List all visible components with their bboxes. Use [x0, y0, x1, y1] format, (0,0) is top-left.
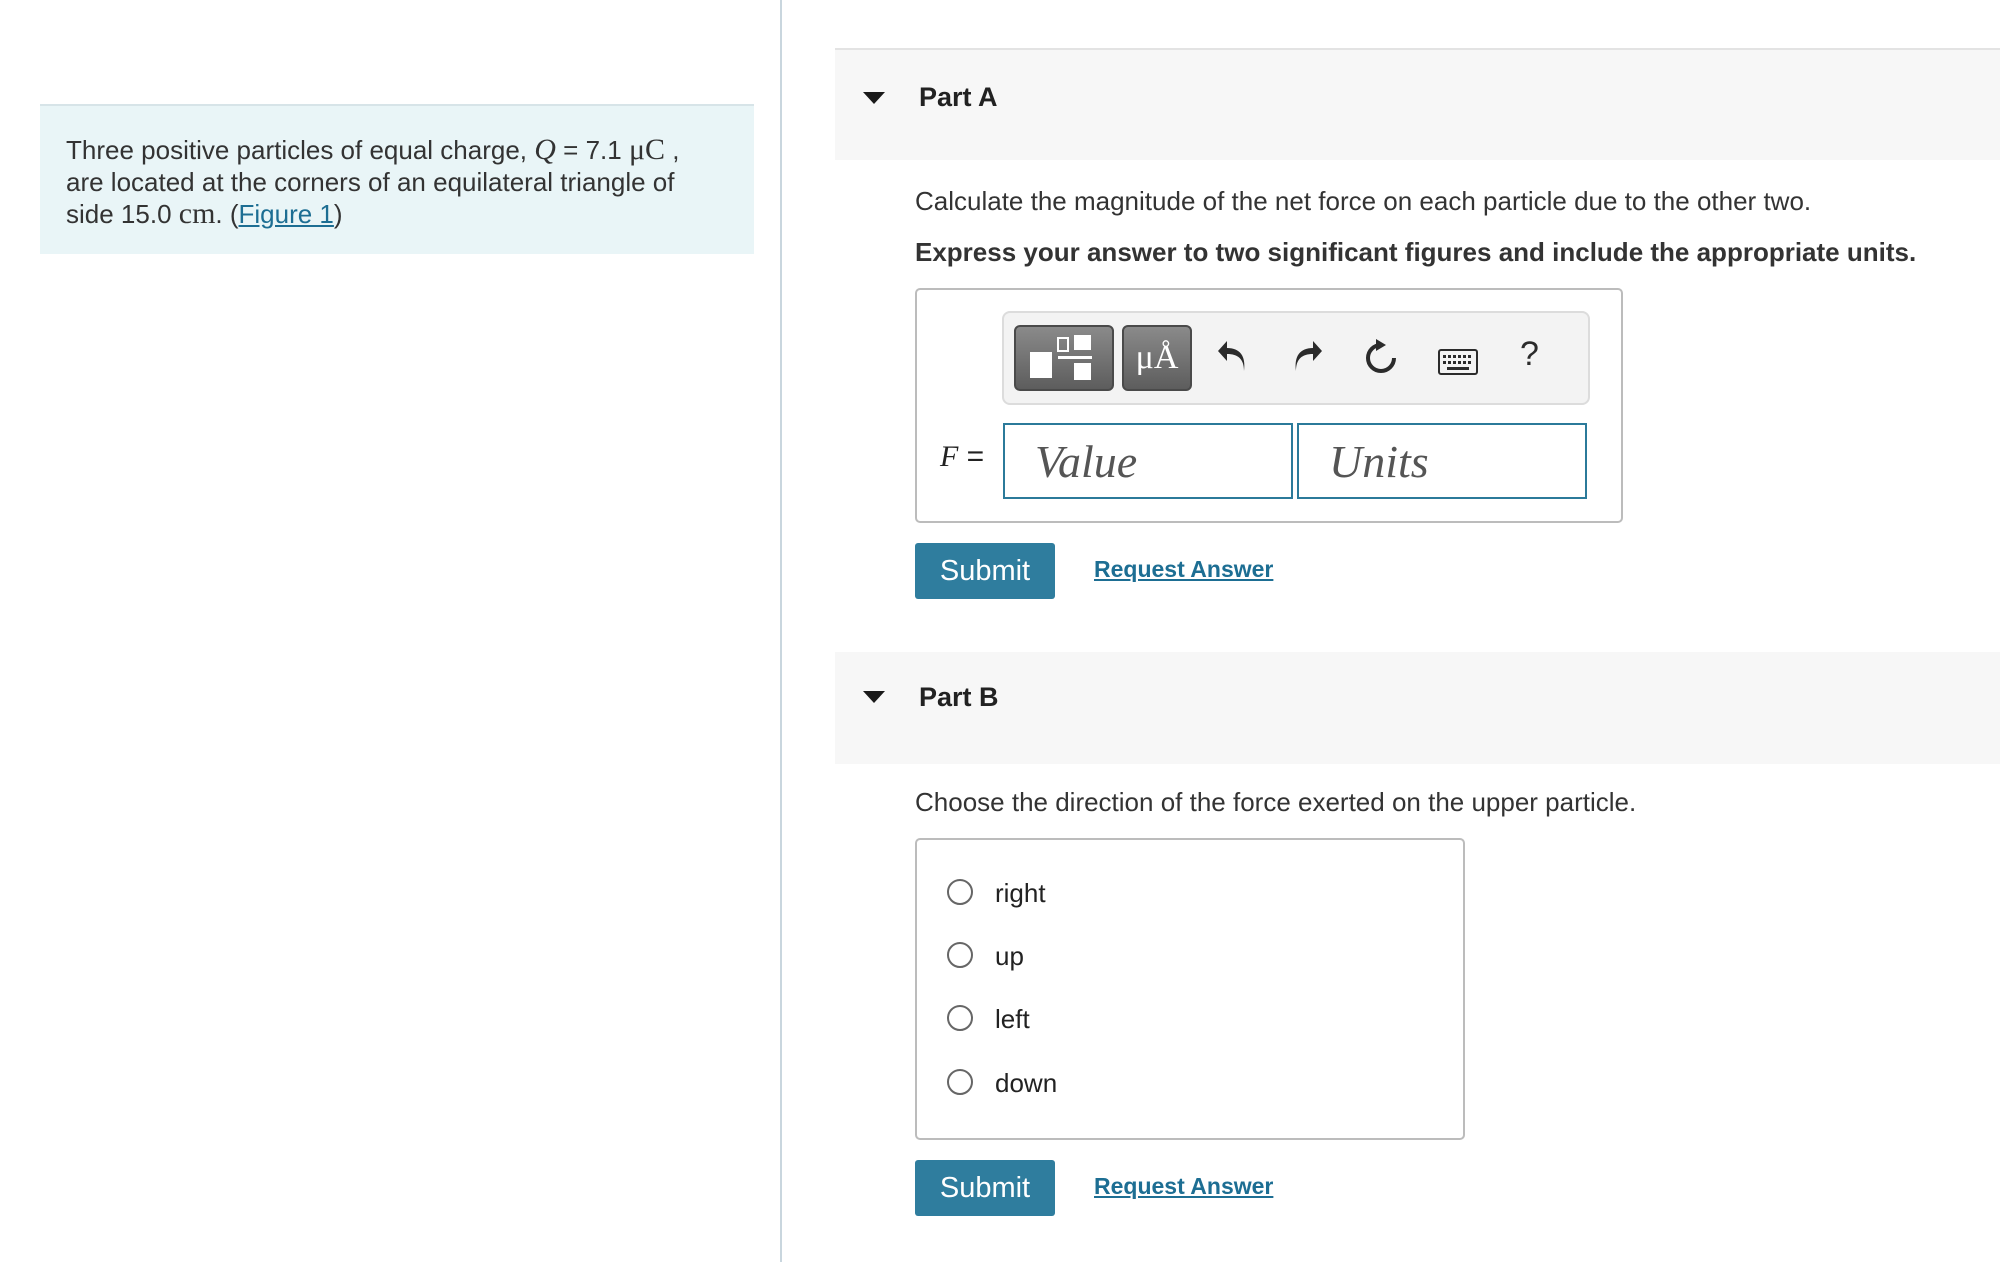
- figure-link[interactable]: Figure 1: [239, 199, 334, 229]
- part-b-request-answer-link[interactable]: Request Answer: [1094, 1173, 1273, 1200]
- templates-button[interactable]: [1014, 325, 1114, 391]
- problem-text-comma: ,: [665, 135, 680, 165]
- part-a-instruction: Express your answer to two significant f…: [915, 237, 1917, 267]
- problem-text-start: Three positive particles of equal charge…: [66, 135, 535, 165]
- problem-text-line2: are located at the corners of an equilat…: [66, 167, 675, 197]
- value-input[interactable]: [1003, 423, 1293, 499]
- units-button[interactable]: μÅ: [1122, 325, 1192, 391]
- choice-label: up: [995, 941, 1024, 971]
- part-a-submit-button[interactable]: Submit: [915, 543, 1055, 599]
- part-b-question: Choose the direction of the force exerte…: [915, 787, 1637, 817]
- keyboard-icon[interactable]: [1438, 345, 1478, 384]
- radio-button[interactable]: [947, 879, 973, 905]
- radio-button[interactable]: [947, 1005, 973, 1031]
- length-unit: cm: [178, 197, 216, 230]
- collapse-caret-icon[interactable]: [863, 691, 885, 703]
- units-icon: μÅ: [1135, 339, 1179, 376]
- units-input[interactable]: [1297, 423, 1587, 499]
- choice-label: right: [995, 878, 1046, 908]
- problem-text-paren: . (: [215, 199, 239, 229]
- pane-divider: [780, 0, 782, 1262]
- collapse-caret-icon[interactable]: [863, 92, 885, 104]
- part-b-title: Part B: [919, 682, 999, 712]
- part-b-header[interactable]: Part B: [835, 652, 2000, 764]
- redo-icon[interactable]: [1286, 337, 1326, 386]
- problem-close-paren: ): [333, 199, 343, 229]
- part-a-question: Calculate the magnitude of the net force…: [915, 186, 1812, 216]
- undo-icon[interactable]: [1214, 337, 1254, 386]
- math-toolbar: μÅ ?: [1002, 311, 1590, 405]
- radio-button[interactable]: [947, 1069, 973, 1095]
- part-a-request-answer-link[interactable]: Request Answer: [1094, 556, 1273, 583]
- charge-unit: μC: [628, 133, 666, 166]
- choice-label: left: [995, 1004, 1030, 1034]
- help-icon[interactable]: ?: [1520, 335, 1539, 374]
- part-a-header[interactable]: Part A: [835, 48, 2000, 160]
- reset-icon[interactable]: [1360, 337, 1402, 388]
- charge-variable: Q: [534, 133, 556, 166]
- choice-label: down: [995, 1068, 1058, 1098]
- radio-button[interactable]: [947, 942, 973, 968]
- problem-statement: Three positive particles of equal charge…: [40, 104, 754, 254]
- part-b-submit-button[interactable]: Submit: [915, 1160, 1055, 1216]
- force-variable: F: [940, 440, 959, 473]
- problem-pane: Three positive particles of equal charge…: [0, 0, 780, 1262]
- charge-value: = 7.1: [555, 135, 629, 165]
- force-label: F =: [940, 440, 984, 474]
- problem-text-line3: side 15.0: [66, 199, 179, 229]
- templates-icon: [1030, 335, 1092, 380]
- part-a-title: Part A: [919, 82, 998, 112]
- force-equals: =: [958, 440, 985, 473]
